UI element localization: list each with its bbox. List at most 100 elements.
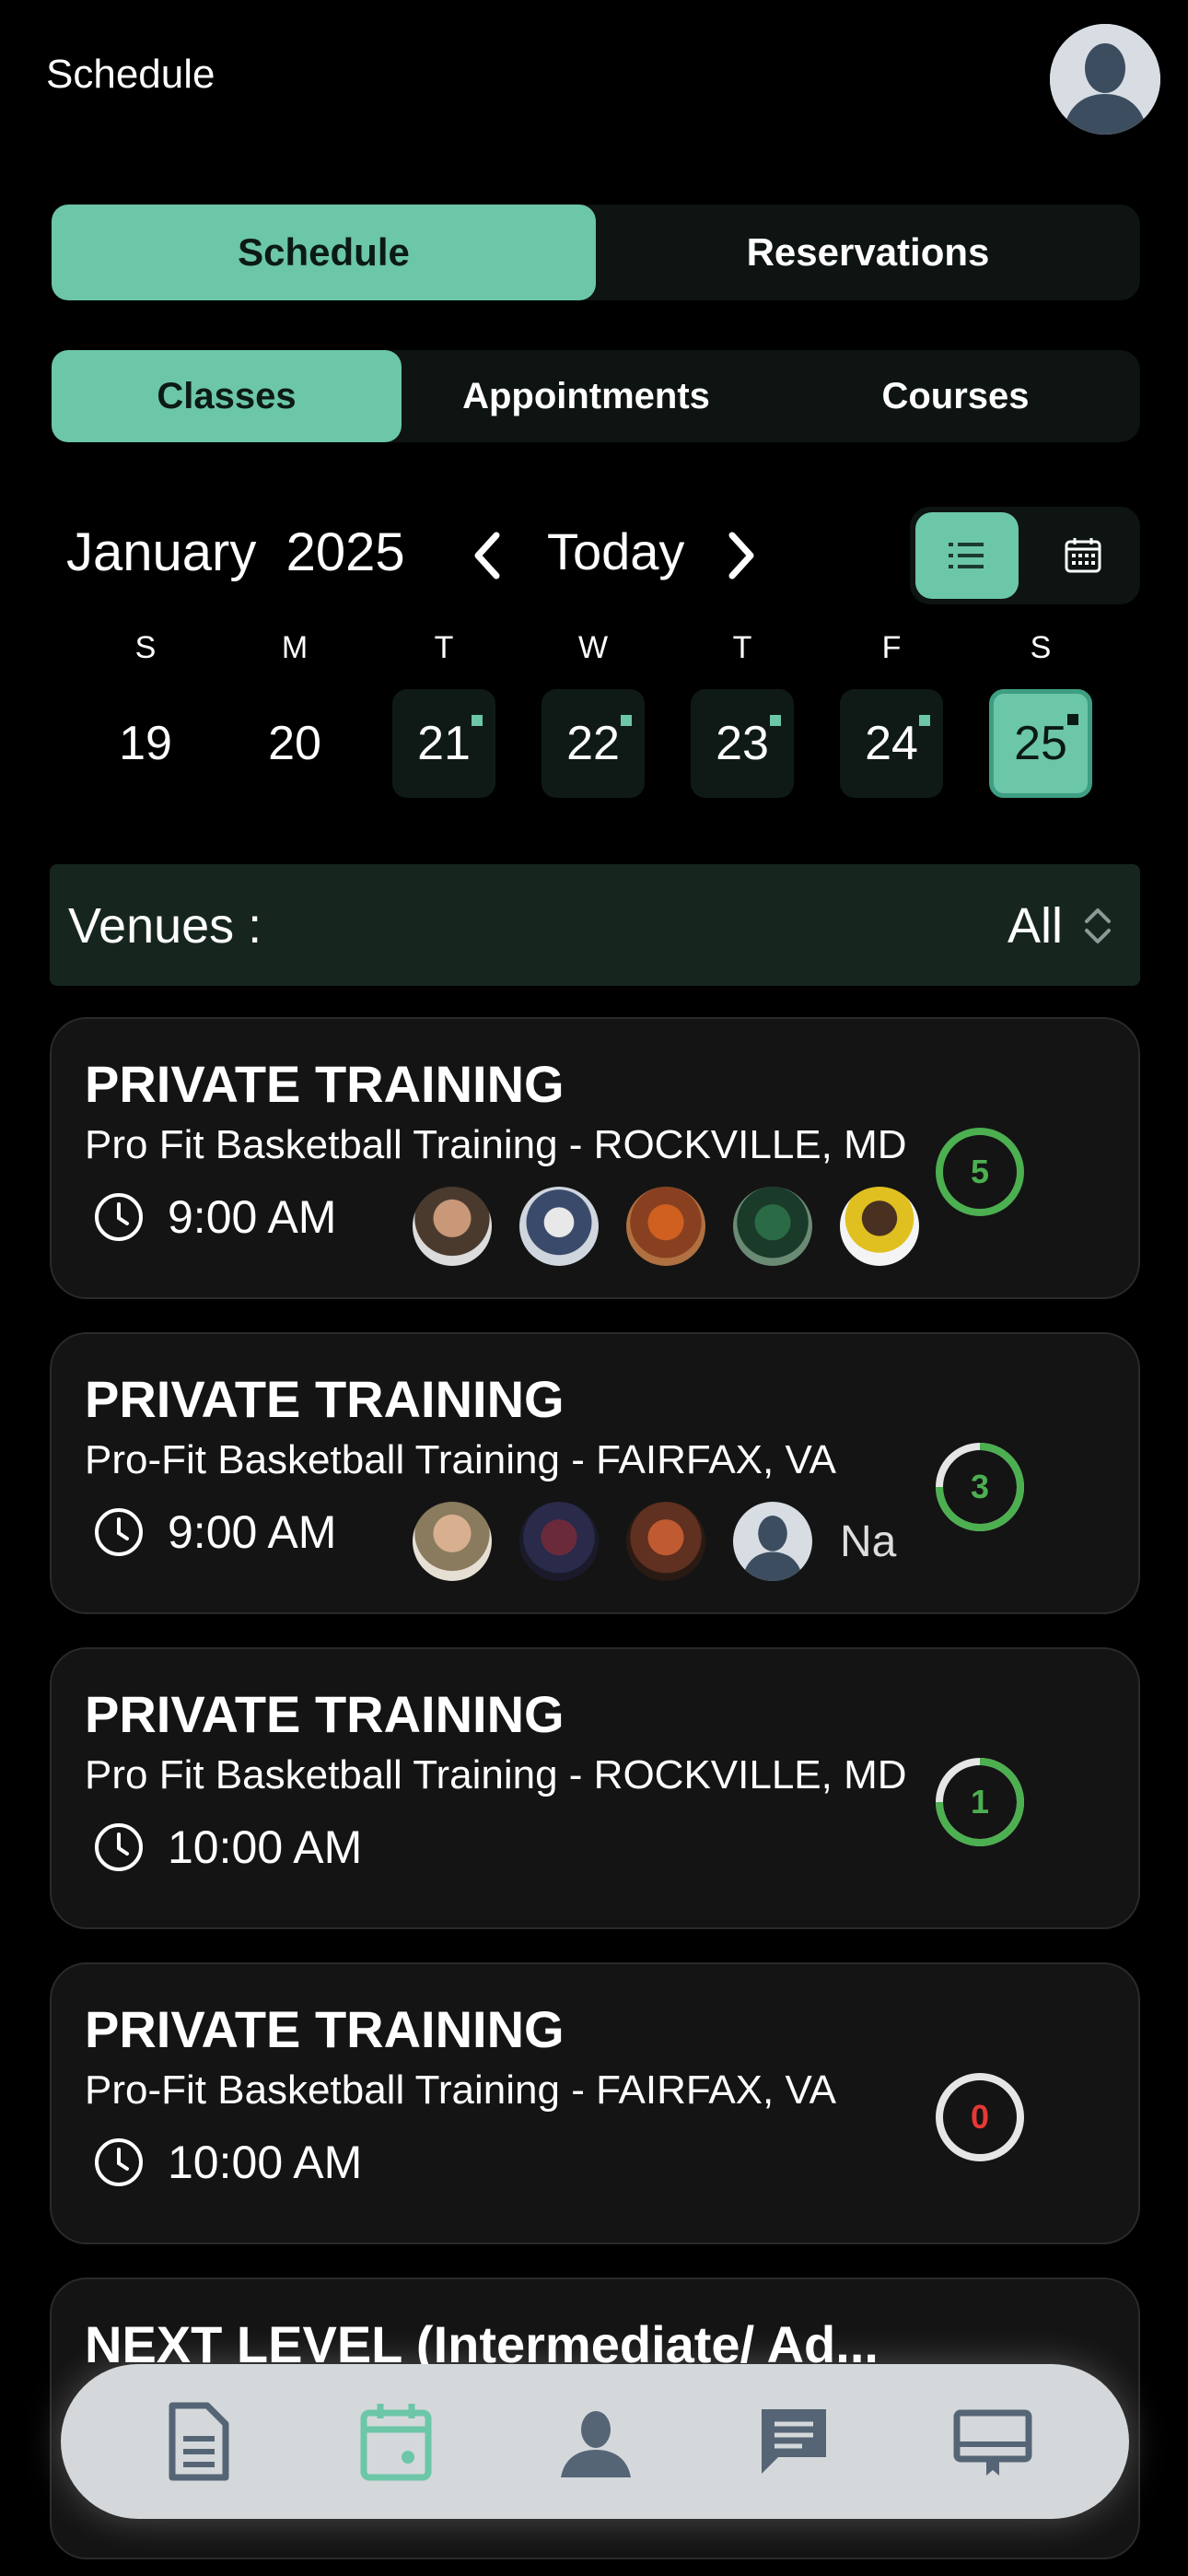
- date-cell[interactable]: 22: [542, 689, 645, 798]
- class-time: 10:00 AM: [168, 2137, 363, 2188]
- date-cell[interactable]: 23: [691, 689, 794, 798]
- venues-label: Venues :: [68, 898, 262, 954]
- tab-appointments[interactable]: Appointments: [402, 350, 771, 442]
- date-cell[interactable]: 24: [840, 689, 943, 798]
- tab-messages[interactable]: [739, 2386, 849, 2497]
- tab-schedule-nav[interactable]: [341, 2386, 451, 2497]
- attendee-count-ring: 5: [934, 1126, 1026, 1218]
- date-cell-selected[interactable]: 25: [989, 689, 1092, 798]
- event-indicator: [770, 715, 781, 726]
- attendee-avatar[interactable]: [733, 1187, 812, 1266]
- date-number: 19: [119, 717, 172, 770]
- attendee-avatar[interactable]: [626, 1187, 705, 1266]
- person-icon: [561, 2411, 631, 2477]
- attendee-avatars: Na: [413, 1502, 965, 1581]
- document-icon: [169, 2402, 229, 2481]
- class-venue: Pro Fit Basketball Training - ROCKVILLE,…: [85, 1122, 907, 1167]
- class-time-row: 10:00 AM: [92, 1821, 362, 1874]
- tab-schedule[interactable]: Schedule: [52, 205, 596, 300]
- chevron-left-icon: [474, 532, 500, 580]
- event-indicator: [472, 715, 483, 726]
- tab-contacts[interactable]: [540, 2386, 650, 2497]
- event-indicator: [1067, 714, 1078, 725]
- class-card[interactable]: PRIVATE TRAINING Pro-Fit Basketball Trai…: [50, 1332, 1140, 1614]
- month-year-label: January 2025: [66, 521, 405, 583]
- class-venue: Pro-Fit Basketball Training - FAIRFAX, V…: [85, 1437, 836, 1482]
- board-icon: [953, 2409, 1032, 2476]
- class-time: 10:00 AM: [168, 1821, 363, 1873]
- date-number: 23: [716, 717, 769, 770]
- prev-week-button[interactable]: [464, 523, 510, 588]
- class-time: 9:00 AM: [168, 1506, 337, 1558]
- page-title: Schedule: [46, 52, 215, 97]
- weekday-label: T: [732, 630, 752, 665]
- view-mode-toggle: [910, 507, 1140, 604]
- attendee-count: 0: [970, 2098, 990, 2136]
- class-title: PRIVATE TRAINING: [85, 1685, 565, 1743]
- tab-board[interactable]: [938, 2386, 1048, 2497]
- attendee-count-ring: 1: [934, 1756, 1026, 1848]
- calendar-icon: [360, 2404, 432, 2481]
- next-week-button[interactable]: [718, 523, 764, 588]
- class-card[interactable]: PRIVATE TRAINING Pro Fit Basketball Trai…: [50, 1647, 1140, 1929]
- calendar-grid-icon: [1065, 538, 1101, 573]
- tab-documents[interactable]: [142, 2386, 252, 2497]
- date-cell[interactable]: 19: [94, 689, 197, 798]
- tab-classes[interactable]: Classes: [52, 350, 402, 442]
- weekday-label: S: [134, 630, 157, 665]
- schedule-reservations-tabs: Schedule Reservations: [52, 205, 1140, 300]
- class-venue: Pro Fit Basketball Training - ROCKVILLE,…: [85, 1752, 907, 1797]
- class-time-row: 9:00 AM: [92, 1505, 336, 1559]
- list-icon: [949, 543, 984, 568]
- attendee-avatar[interactable]: [733, 1502, 812, 1581]
- weekday-label: M: [281, 630, 309, 665]
- venues-filter[interactable]: Venues : All: [50, 864, 1140, 986]
- date-cell[interactable]: 21: [392, 689, 495, 798]
- attendee-name: Na: [840, 1516, 897, 1566]
- class-venue: Pro-Fit Basketball Training - FAIRFAX, V…: [85, 2067, 836, 2113]
- user-silhouette-icon: [742, 1516, 803, 1581]
- class-card[interactable]: PRIVATE TRAINING Pro-Fit Basketball Trai…: [50, 1962, 1140, 2244]
- weekday-label: T: [434, 630, 454, 665]
- attendee-avatar[interactable]: [413, 1187, 492, 1266]
- attendee-avatar[interactable]: [413, 1502, 492, 1581]
- today-button[interactable]: Today: [547, 521, 684, 581]
- class-card[interactable]: PRIVATE TRAINING Pro Fit Basketball Trai…: [50, 1017, 1140, 1299]
- calendar-view-button[interactable]: [1031, 512, 1135, 599]
- year-label: 2025: [285, 522, 405, 582]
- attendee-count: 3: [970, 1468, 990, 1505]
- tab-courses[interactable]: Courses: [771, 350, 1140, 442]
- attendee-count: 5: [970, 1153, 990, 1190]
- attendee-avatar[interactable]: [840, 1187, 919, 1266]
- class-time-row: 10:00 AM: [92, 2136, 362, 2189]
- date-cell[interactable]: 20: [243, 689, 346, 798]
- month-label: January: [66, 522, 257, 582]
- date-number: 25: [1014, 717, 1067, 770]
- class-type-tabs: Classes Appointments Courses: [52, 350, 1140, 442]
- attendee-avatar[interactable]: [519, 1502, 599, 1581]
- weekday-label: F: [881, 630, 902, 665]
- date-number: 20: [268, 717, 321, 770]
- class-time-row: 9:00 AM: [92, 1190, 336, 1244]
- attendee-count: 1: [970, 1783, 990, 1821]
- class-title: PRIVATE TRAINING: [85, 1370, 565, 1428]
- attendee-avatar[interactable]: [519, 1187, 599, 1266]
- weekday-label: S: [1030, 630, 1052, 665]
- clock-icon: [95, 1193, 143, 1241]
- bottom-tab-bar: [61, 2364, 1129, 2519]
- attendee-avatar[interactable]: [626, 1502, 705, 1581]
- event-indicator: [919, 715, 930, 726]
- attendee-count-ring: 0: [934, 2071, 1026, 2163]
- weekday-label: W: [577, 630, 609, 665]
- attendee-count-ring: 3: [934, 1441, 1026, 1533]
- class-title: PRIVATE TRAINING: [85, 2000, 565, 2058]
- profile-avatar[interactable]: [1050, 24, 1160, 135]
- attendee-avatars: [413, 1187, 965, 1266]
- list-view-button[interactable]: [915, 512, 1019, 599]
- clock-icon: [95, 1823, 143, 1871]
- tab-reservations[interactable]: Reservations: [596, 205, 1140, 300]
- chevron-right-icon: [728, 532, 754, 580]
- clock-icon: [95, 2138, 143, 2186]
- date-number: 21: [417, 717, 471, 770]
- event-indicator: [621, 715, 632, 726]
